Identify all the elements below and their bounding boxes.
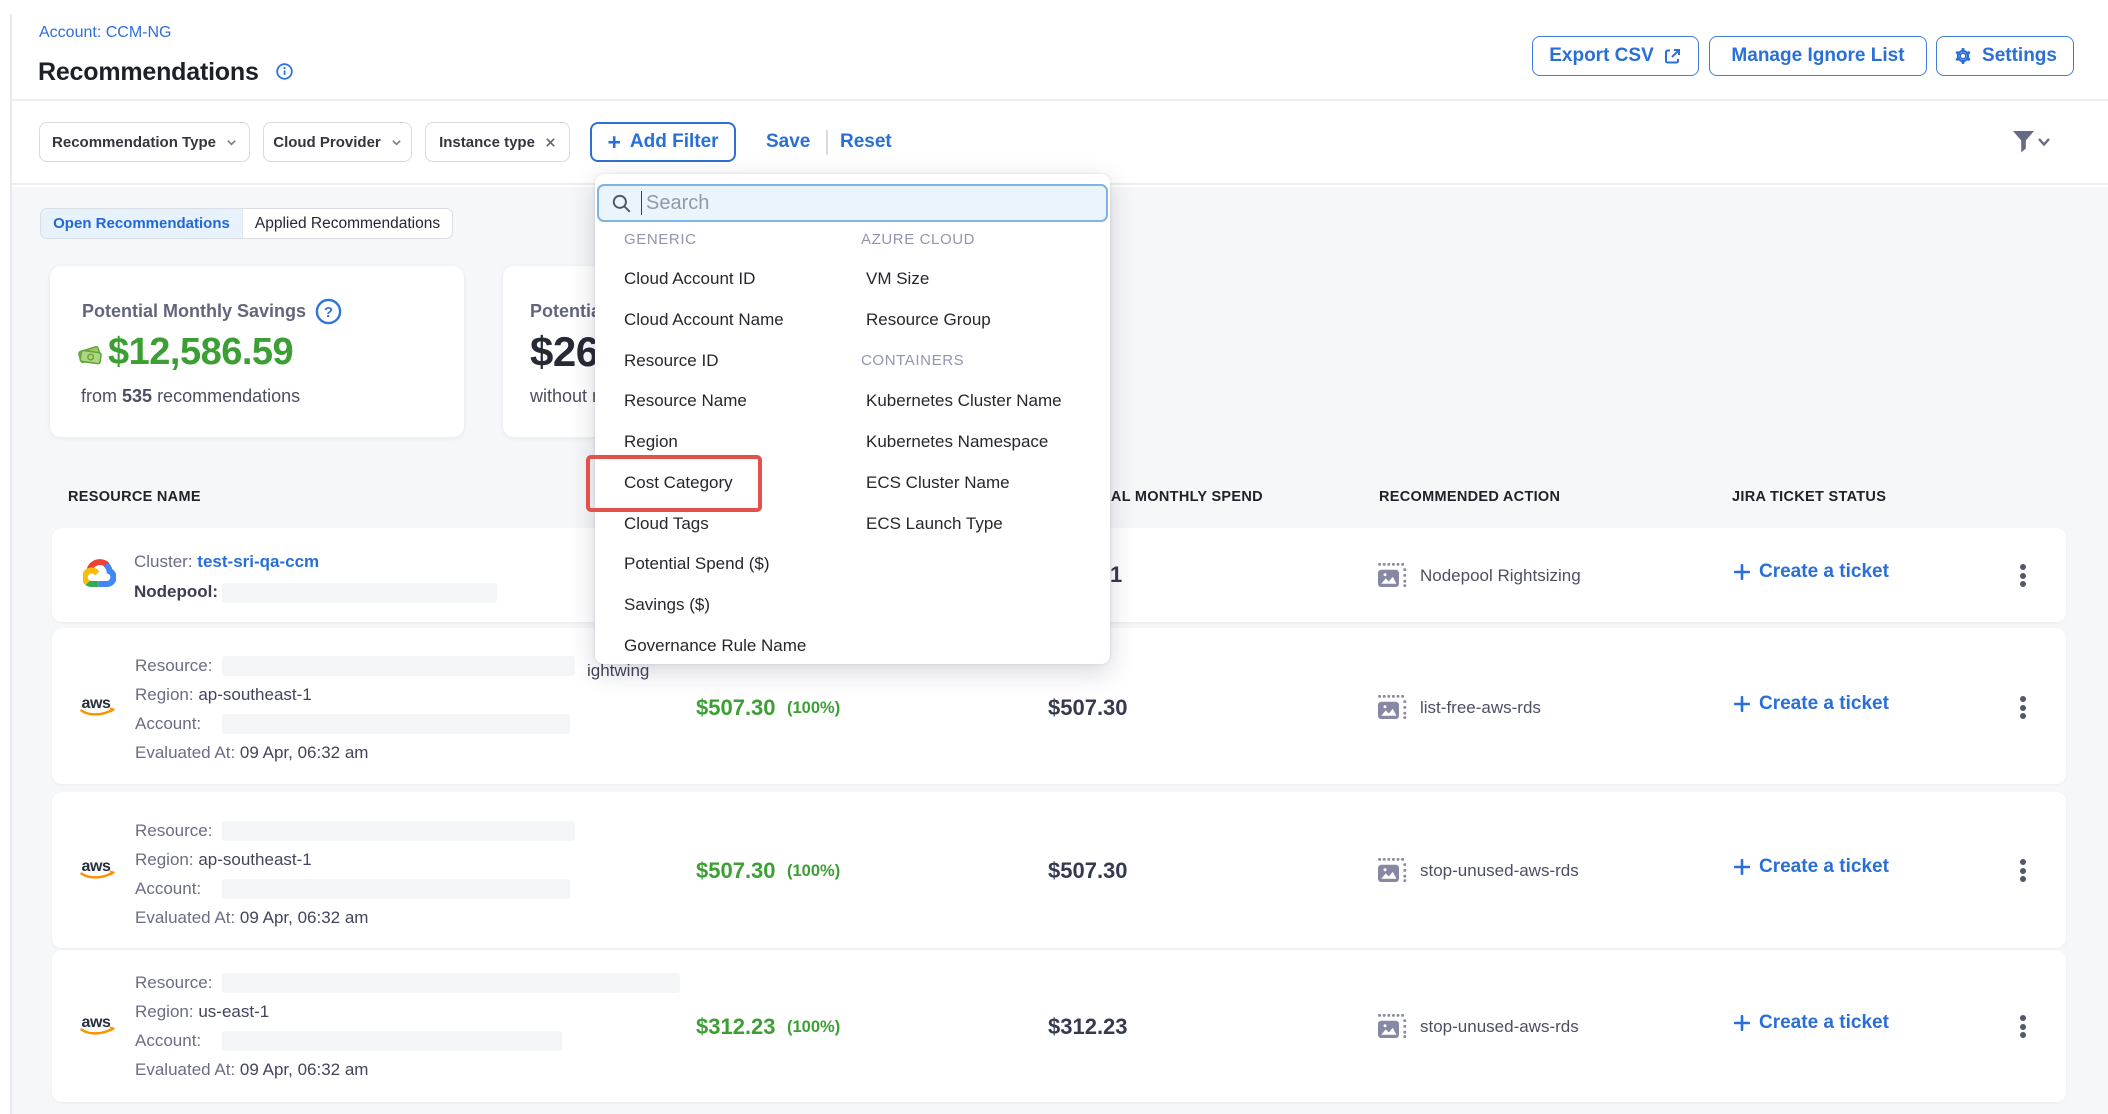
svg-text:?: ? (324, 304, 333, 321)
